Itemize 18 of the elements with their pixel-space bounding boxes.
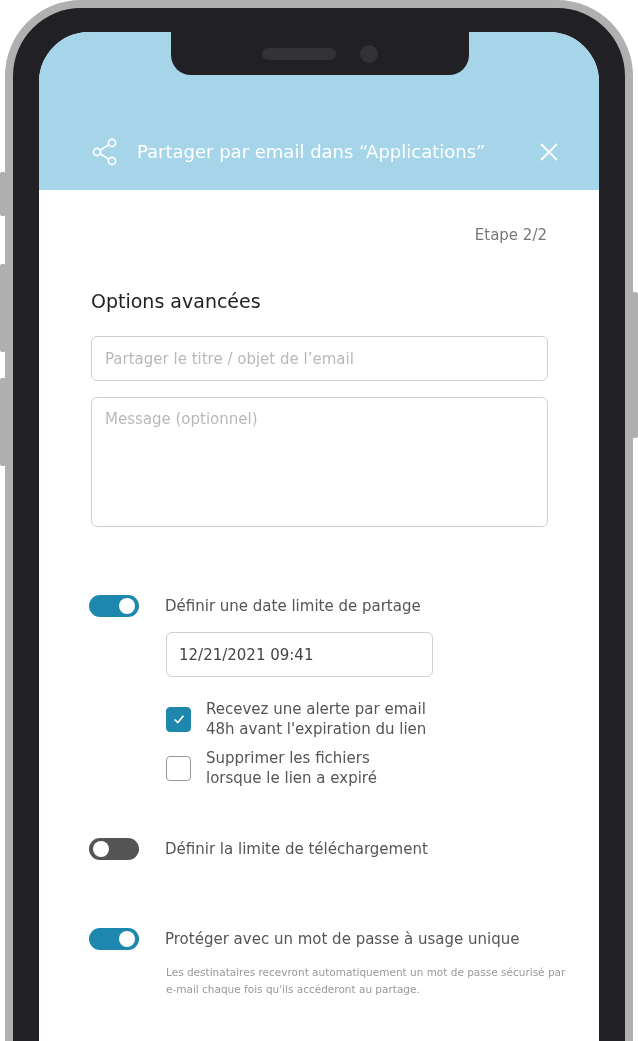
option-label: Définir une date limite de partage	[165, 597, 421, 615]
toggle-switch[interactable]	[89, 928, 139, 950]
step-indicator: Etape 2/2	[473, 226, 547, 244]
checkbox-label: Supprimer les fichiers lorsque le lien a expiré	[206, 748, 378, 788]
section-title: Options avancées	[91, 290, 262, 312]
share-icon	[91, 138, 119, 166]
message-field[interactable]: Message (optionnel)	[91, 397, 548, 527]
checkbox[interactable]	[166, 755, 191, 781]
subject-field[interactable]: Partager le titre / objet de l’email	[91, 336, 548, 381]
toggle-switch[interactable]	[89, 838, 139, 860]
dialog-title: Partager par email dans “Applications”	[137, 140, 487, 164]
option-label: Définir la limite de téléchargement	[165, 840, 428, 858]
toggle-switch[interactable]	[89, 595, 139, 617]
date-field[interactable]: 12/21/2021 09:41	[166, 632, 433, 677]
checkbox[interactable]	[166, 706, 191, 732]
checkbox-label: Recevez une alerte par email 48h avant l'expiration du lien	[206, 699, 428, 739]
option-note: Les destinataires recevront automatiquement un mot de passe sécurisé par e-mail chaque fois qu'ils accéderont au partage.	[166, 965, 566, 997]
option-label: Protéger avec un mot de passe à usage unique	[165, 930, 520, 948]
